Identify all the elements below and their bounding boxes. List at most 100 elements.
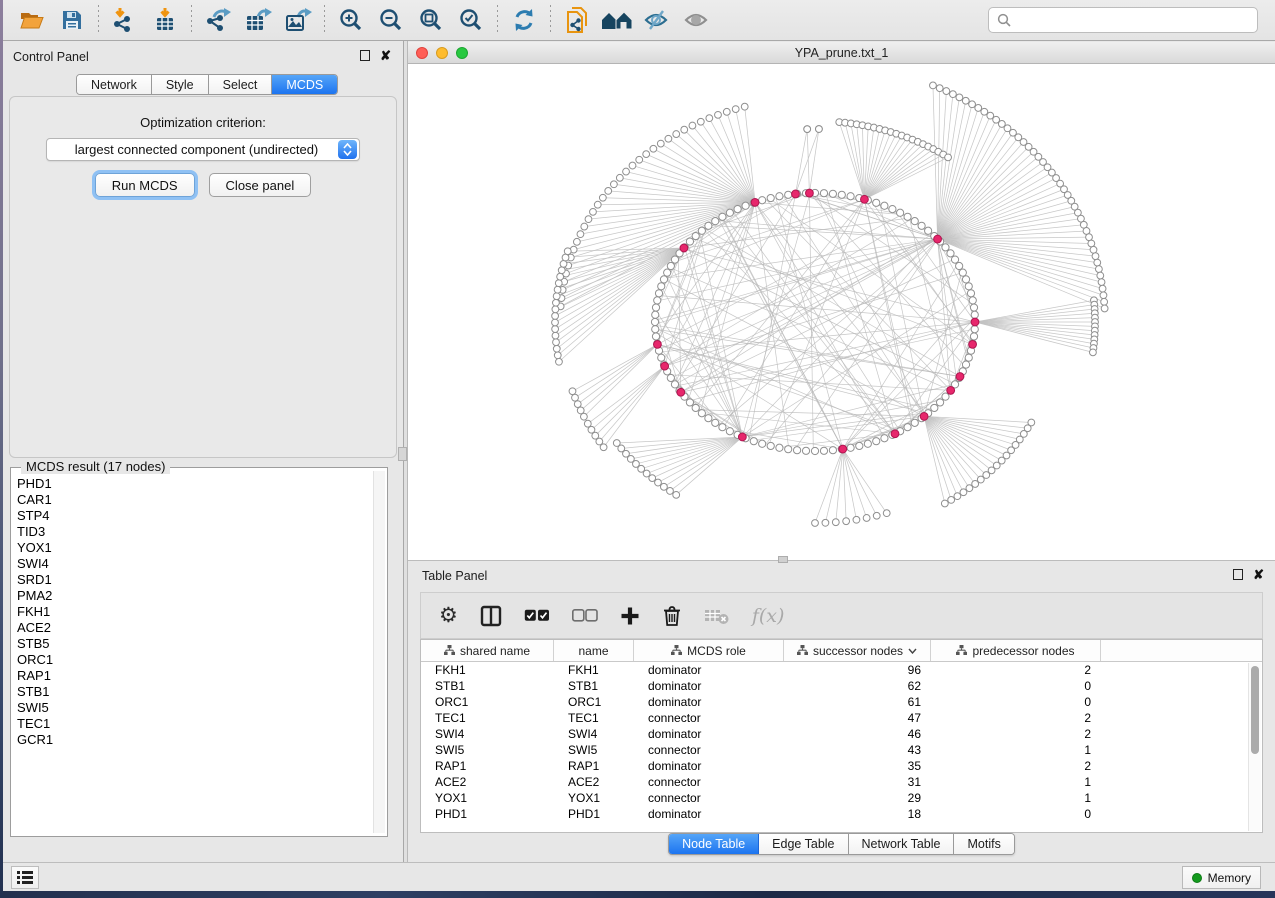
footer-tab-edge-table[interactable]: Edge Table xyxy=(759,834,848,854)
delete-table-icon[interactable] xyxy=(704,607,730,625)
import-table-icon[interactable] xyxy=(145,3,185,37)
cell-predecessor-nodes[interactable]: 2 xyxy=(931,710,1101,726)
cell-predecessor-nodes[interactable]: 1 xyxy=(931,790,1101,806)
export-table-icon[interactable] xyxy=(238,3,278,37)
cell-mcds-role[interactable]: dominator xyxy=(634,726,784,742)
save-session-icon[interactable] xyxy=(52,3,92,37)
network-view-canvas[interactable] xyxy=(408,64,1275,560)
column-layout-icon[interactable] xyxy=(480,605,502,627)
mcds-result-item[interactable]: ACE2 xyxy=(17,620,369,636)
cell-shared-name[interactable]: ORC1 xyxy=(421,694,554,710)
cell-name[interactable]: SWI4 xyxy=(554,726,634,742)
close-panel-button[interactable]: Close panel xyxy=(209,173,312,197)
hide-selected-icon[interactable] xyxy=(637,3,677,37)
cell-mcds-role[interactable]: dominator xyxy=(634,694,784,710)
footer-tab-node-table[interactable]: Node Table xyxy=(669,834,759,854)
cell-predecessor-nodes[interactable]: 0 xyxy=(931,694,1101,710)
horizontal-splitter-handle[interactable] xyxy=(778,556,788,563)
table-scrollbar-thumb[interactable] xyxy=(1251,666,1259,754)
panel-menu-button[interactable] xyxy=(11,866,39,889)
footer-tab-motifs[interactable]: Motifs xyxy=(954,834,1013,854)
cell-shared-name[interactable]: RAP1 xyxy=(421,758,554,774)
mcds-result-item[interactable]: FKH1 xyxy=(17,604,369,620)
mcds-result-item[interactable]: PHD1 xyxy=(17,476,369,492)
refresh-icon[interactable] xyxy=(504,3,544,37)
mcds-result-item[interactable]: ORC1 xyxy=(17,652,369,668)
mcds-result-item[interactable]: GCR1 xyxy=(17,732,369,748)
cell-successor-nodes[interactable]: 61 xyxy=(784,694,931,710)
table-row-FKH1[interactable]: FKH1FKH1dominator962 xyxy=(421,662,1262,678)
cell-name[interactable]: SWI5 xyxy=(554,742,634,758)
cell-predecessor-nodes[interactable]: 1 xyxy=(931,774,1101,790)
column-header-MCDS-role[interactable]: MCDS role xyxy=(634,640,784,661)
cell-successor-nodes[interactable]: 35 xyxy=(784,758,931,774)
cell-name[interactable]: FKH1 xyxy=(554,662,634,678)
cell-mcds-role[interactable]: connector xyxy=(634,774,784,790)
table-row-ACE2[interactable]: ACE2ACE2connector311 xyxy=(421,774,1262,790)
column-header-predecessor-nodes[interactable]: predecessor nodes xyxy=(931,640,1101,661)
cell-successor-nodes[interactable]: 62 xyxy=(784,678,931,694)
cell-predecessor-nodes[interactable]: 1 xyxy=(931,742,1101,758)
cell-successor-nodes[interactable]: 29 xyxy=(784,790,931,806)
table-row-TEC1[interactable]: TEC1TEC1connector472 xyxy=(421,710,1262,726)
column-header-successor-nodes[interactable]: successor nodes xyxy=(784,640,931,661)
mcds-list-scrollbar[interactable] xyxy=(373,471,385,833)
cell-shared-name[interactable]: ACE2 xyxy=(421,774,554,790)
column-header-shared-name[interactable]: shared name xyxy=(421,640,554,661)
import-network-icon[interactable] xyxy=(105,3,145,37)
table-row-ORC1[interactable]: ORC1ORC1dominator610 xyxy=(421,694,1262,710)
cell-mcds-role[interactable]: dominator xyxy=(634,806,784,822)
export-image-icon[interactable] xyxy=(278,3,318,37)
criterion-dropdown[interactable]: largest connected component (undirected) xyxy=(46,138,360,161)
show-all-icon[interactable] xyxy=(597,3,637,37)
cell-successor-nodes[interactable]: 96 xyxy=(784,662,931,678)
tab-mcds[interactable]: MCDS xyxy=(272,75,337,94)
cell-mcds-role[interactable]: connector xyxy=(634,742,784,758)
cell-successor-nodes[interactable]: 43 xyxy=(784,742,931,758)
float-panel-icon[interactable] xyxy=(360,50,370,61)
mcds-result-item[interactable]: PMA2 xyxy=(17,588,369,604)
mcds-result-item[interactable]: SRD1 xyxy=(17,572,369,588)
cell-name[interactable]: STB1 xyxy=(554,678,634,694)
zoom-fit-icon[interactable] xyxy=(411,3,451,37)
table-row-PHD1[interactable]: PHD1PHD1dominator180 xyxy=(421,806,1262,822)
export-network-icon[interactable] xyxy=(198,3,238,37)
open-session-icon[interactable] xyxy=(12,3,52,37)
table-scrollbar[interactable] xyxy=(1248,663,1261,831)
mcds-result-item[interactable]: YOX1 xyxy=(17,540,369,556)
footer-tab-network-table[interactable]: Network Table xyxy=(849,834,955,854)
mcds-result-item[interactable]: STP4 xyxy=(17,508,369,524)
cell-name[interactable]: RAP1 xyxy=(554,758,634,774)
mcds-result-list[interactable]: PHD1CAR1STP4TID3YOX1SWI4SRD1PMA2FKH1ACE2… xyxy=(17,476,369,830)
search-input[interactable] xyxy=(1017,13,1249,27)
show-selected-icon[interactable] xyxy=(677,3,717,37)
cell-successor-nodes[interactable]: 18 xyxy=(784,806,931,822)
tab-style[interactable]: Style xyxy=(152,75,209,94)
network-graph[interactable] xyxy=(408,64,1275,560)
cell-shared-name[interactable]: TEC1 xyxy=(421,710,554,726)
splitter-grab-handle[interactable] xyxy=(398,447,407,461)
cell-shared-name[interactable]: SWI5 xyxy=(421,742,554,758)
close-panel-icon[interactable]: ✘ xyxy=(380,50,391,61)
table-row-SWI5[interactable]: SWI5SWI5connector431 xyxy=(421,742,1262,758)
cell-shared-name[interactable]: STB1 xyxy=(421,678,554,694)
zoom-in-icon[interactable] xyxy=(331,3,371,37)
cell-mcds-role[interactable]: dominator xyxy=(634,662,784,678)
column-header-name[interactable]: name xyxy=(554,640,634,661)
zoom-selected-icon[interactable] xyxy=(451,3,491,37)
table-row-YOX1[interactable]: YOX1YOX1connector291 xyxy=(421,790,1262,806)
cell-mcds-role[interactable]: dominator xyxy=(634,678,784,694)
cell-name[interactable]: PHD1 xyxy=(554,806,634,822)
zoom-out-icon[interactable] xyxy=(371,3,411,37)
new-network-from-file-icon[interactable] xyxy=(557,3,597,37)
mcds-result-item[interactable]: TEC1 xyxy=(17,716,369,732)
table-row-STB1[interactable]: STB1STB1dominator620 xyxy=(421,678,1262,694)
function-builder-icon[interactable]: f(x) xyxy=(752,605,785,627)
cell-predecessor-nodes[interactable]: 2 xyxy=(931,662,1101,678)
cell-predecessor-nodes[interactable]: 0 xyxy=(931,806,1101,822)
cell-shared-name[interactable]: PHD1 xyxy=(421,806,554,822)
cell-name[interactable]: TEC1 xyxy=(554,710,634,726)
cell-successor-nodes[interactable]: 46 xyxy=(784,726,931,742)
table-row-SWI4[interactable]: SWI4SWI4dominator462 xyxy=(421,726,1262,742)
mcds-result-item[interactable]: SWI5 xyxy=(17,700,369,716)
